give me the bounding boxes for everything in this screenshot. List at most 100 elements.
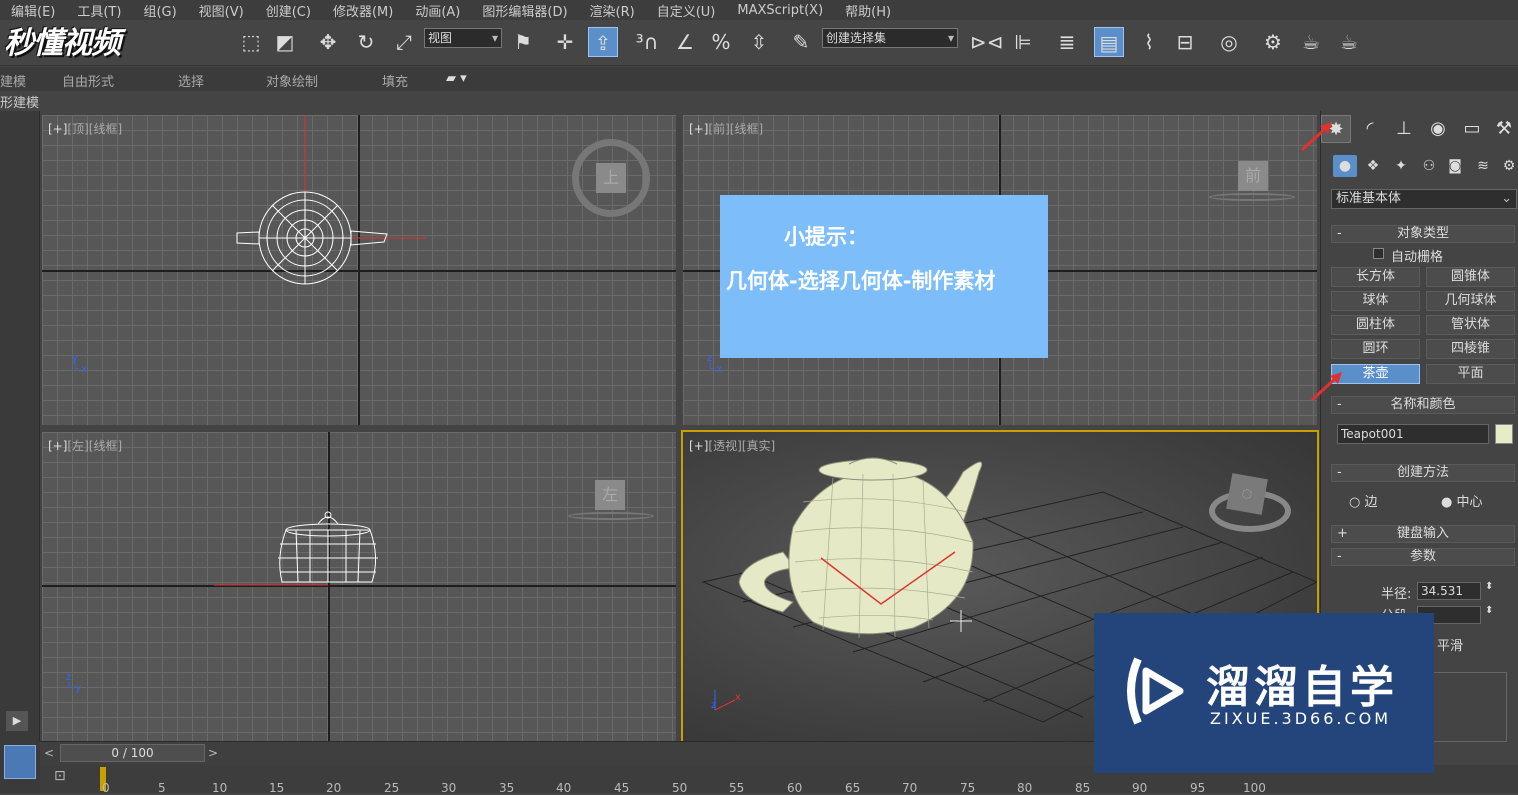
- menu-create[interactable]: 创建(C): [255, 1, 322, 20]
- viewcube-left[interactable]: 左: [595, 480, 625, 510]
- menu-maxscript[interactable]: MAXScript(X): [726, 3, 834, 18]
- ribbon-tab-object-paint[interactable]: 对象绘制: [266, 71, 318, 90]
- watermark: 溜溜自学 ZIXUE.3D66.COM: [1094, 613, 1434, 773]
- scene-explorer-icon[interactable]: ▤: [1094, 27, 1124, 57]
- torus-button[interactable]: 圆环: [1331, 339, 1420, 359]
- rollout-name-color[interactable]: - 名称和颜色: [1331, 396, 1515, 414]
- radius-spinner-arrows-icon[interactable]: ⬍: [1485, 581, 1493, 592]
- rollout-object-type[interactable]: - 对象类型: [1331, 225, 1515, 243]
- mini-curve-editor-icon[interactable]: ⊡: [54, 768, 66, 784]
- ribbon-sub-label: 形建模: [0, 96, 40, 111]
- spacewarps-icon[interactable]: ≋: [1471, 155, 1495, 177]
- select-manipulate-icon[interactable]: ✛: [550, 27, 580, 57]
- geometry-icon[interactable]: ●: [1333, 155, 1357, 177]
- radius-label: 半径:: [1381, 587, 1412, 602]
- menu-animation[interactable]: 动画(A): [404, 1, 471, 20]
- cameras-icon[interactable]: ⚇: [1417, 155, 1441, 177]
- viewport-left[interactable]: [+][左][线框] 左 z └ y: [42, 432, 676, 742]
- layer-manager-icon[interactable]: ≣: [1052, 27, 1082, 57]
- align-icon[interactable]: ⊫: [1008, 27, 1038, 57]
- sphere-button[interactable]: 球体: [1331, 291, 1420, 311]
- annotation-arrow-icon: [1300, 122, 1332, 152]
- ribbon-options-icon[interactable]: ▰ ▾: [446, 71, 467, 86]
- scale-icon[interactable]: ⤢: [389, 27, 419, 57]
- geosphere-button[interactable]: 几何球体: [1426, 291, 1515, 311]
- object-name-input[interactable]: Teapot001: [1337, 424, 1489, 444]
- snaps-toggle-icon[interactable]: ³∩: [632, 27, 662, 57]
- spinner-snap-icon[interactable]: ⇳: [744, 27, 774, 57]
- viewport-front-label[interactable]: [+][前][线框]: [689, 120, 763, 137]
- layout-icon[interactable]: [0, 741, 40, 793]
- watermark-url: ZIXUE.3D66.COM: [1210, 709, 1392, 728]
- play-icon[interactable]: ▶: [6, 711, 28, 731]
- menu-bar: 编辑(E) 工具(T) 组(G) 视图(V) 创建(C) 修改器(M) 动画(A…: [0, 0, 1518, 20]
- category-dropdown[interactable]: 标准基本体 ⌄: [1331, 189, 1517, 209]
- viewcube-top[interactable]: 上: [596, 163, 626, 193]
- tip-body: 几何体-选择几何体-制作素材: [726, 269, 996, 293]
- cylinder-button[interactable]: 圆柱体: [1331, 315, 1420, 335]
- mirror-icon[interactable]: ⊳⊲: [970, 27, 1004, 57]
- select-region-icon[interactable]: ⬚: [236, 27, 266, 57]
- method-center-radio[interactable]: ● 中心: [1441, 491, 1483, 510]
- menu-customize[interactable]: 自定义(U): [646, 1, 727, 20]
- rendered-frame-window-icon[interactable]: ☕: [1296, 27, 1326, 57]
- tab-display-icon[interactable]: ▭: [1457, 115, 1487, 143]
- helpers-icon[interactable]: ◙: [1443, 155, 1467, 177]
- time-next-icon[interactable]: >: [208, 746, 218, 760]
- curve-editor-icon[interactable]: ⌇: [1134, 27, 1164, 57]
- rollout-keyboard-entry[interactable]: + 键盘输入: [1331, 525, 1515, 543]
- material-editor-icon[interactable]: ◎: [1214, 27, 1244, 57]
- move-icon[interactable]: ✥: [313, 27, 343, 57]
- menu-rendering[interactable]: 渲染(R): [579, 1, 646, 20]
- window-crossing-icon[interactable]: ◩: [270, 27, 300, 57]
- method-edge-radio[interactable]: ○ 边: [1349, 491, 1378, 510]
- menu-modifiers[interactable]: 修改器(M): [322, 1, 404, 20]
- ribbon-tab-populate[interactable]: 填充: [382, 71, 408, 90]
- radius-spinner[interactable]: 34.531: [1417, 582, 1481, 600]
- tab-hierarchy-icon[interactable]: ⊥: [1389, 115, 1419, 143]
- shapes-icon[interactable]: ❖: [1361, 155, 1385, 177]
- render-production-icon[interactable]: ☕: [1334, 27, 1364, 57]
- tab-modify-icon[interactable]: ◜: [1355, 115, 1385, 143]
- menu-tools[interactable]: 工具(T): [66, 1, 132, 20]
- tube-button[interactable]: 管状体: [1426, 315, 1515, 335]
- menu-graph-editors[interactable]: 图形编辑器(D): [471, 1, 578, 20]
- menu-group[interactable]: 组(G): [132, 1, 187, 20]
- menu-help[interactable]: 帮助(H): [834, 1, 902, 20]
- watermark-title: 溜溜自学: [1206, 662, 1398, 713]
- menu-edit[interactable]: 编辑(E): [0, 1, 66, 20]
- viewport-top[interactable]: [+][顶][线框] 上 y └ x: [42, 115, 676, 425]
- ribbon-tab-selection[interactable]: 选择: [178, 71, 204, 90]
- lights-icon[interactable]: ✦: [1389, 155, 1413, 177]
- render-setup-icon[interactable]: ⚙: [1258, 27, 1288, 57]
- named-selection-set-dropdown[interactable]: 创建选择集: [822, 28, 958, 48]
- box-button[interactable]: 长方体: [1331, 267, 1420, 287]
- viewcube-perspective[interactable]: ⬡: [1226, 473, 1268, 515]
- ribbon-tab-modeling[interactable]: 建模: [0, 71, 26, 90]
- schematic-view-icon[interactable]: ⊟: [1170, 27, 1200, 57]
- ribbon-tab-freeform[interactable]: 自由形式: [62, 71, 114, 90]
- reference-coordinate-dropdown[interactable]: 视图: [424, 28, 502, 48]
- time-slider[interactable]: 0 / 100: [60, 744, 205, 762]
- object-color-swatch[interactable]: [1495, 424, 1513, 444]
- pyramid-button[interactable]: 四棱锥: [1426, 339, 1515, 359]
- tab-utilities-icon[interactable]: ⚒: [1489, 115, 1518, 143]
- segments-spinner-arrows-icon[interactable]: ⬍: [1485, 605, 1493, 616]
- percent-snap-icon[interactable]: %: [706, 27, 736, 57]
- keyboard-shortcut-override-icon[interactable]: ⇪: [588, 27, 618, 57]
- viewcube-front[interactable]: 前: [1238, 161, 1268, 191]
- auto-grid-checkbox[interactable]: [1373, 248, 1384, 259]
- tab-motion-icon[interactable]: ◉: [1423, 115, 1453, 143]
- angle-snap-icon[interactable]: ∠: [670, 27, 700, 57]
- rollout-parameters[interactable]: - 参数: [1331, 548, 1515, 566]
- rotate-icon[interactable]: ↻: [351, 27, 381, 57]
- pivot-center-icon[interactable]: ⚑: [508, 27, 538, 57]
- systems-icon[interactable]: ⚙: [1497, 155, 1518, 177]
- plane-button[interactable]: 平面: [1426, 364, 1515, 384]
- cone-button[interactable]: 圆锥体: [1426, 267, 1515, 287]
- rollout-creation-method[interactable]: - 创建方法: [1331, 464, 1515, 482]
- menu-views[interactable]: 视图(V): [188, 1, 255, 20]
- edit-named-selection-icon[interactable]: ✎: [786, 27, 816, 57]
- smooth-label: 平滑: [1437, 639, 1464, 654]
- time-prev-icon[interactable]: <: [44, 746, 54, 760]
